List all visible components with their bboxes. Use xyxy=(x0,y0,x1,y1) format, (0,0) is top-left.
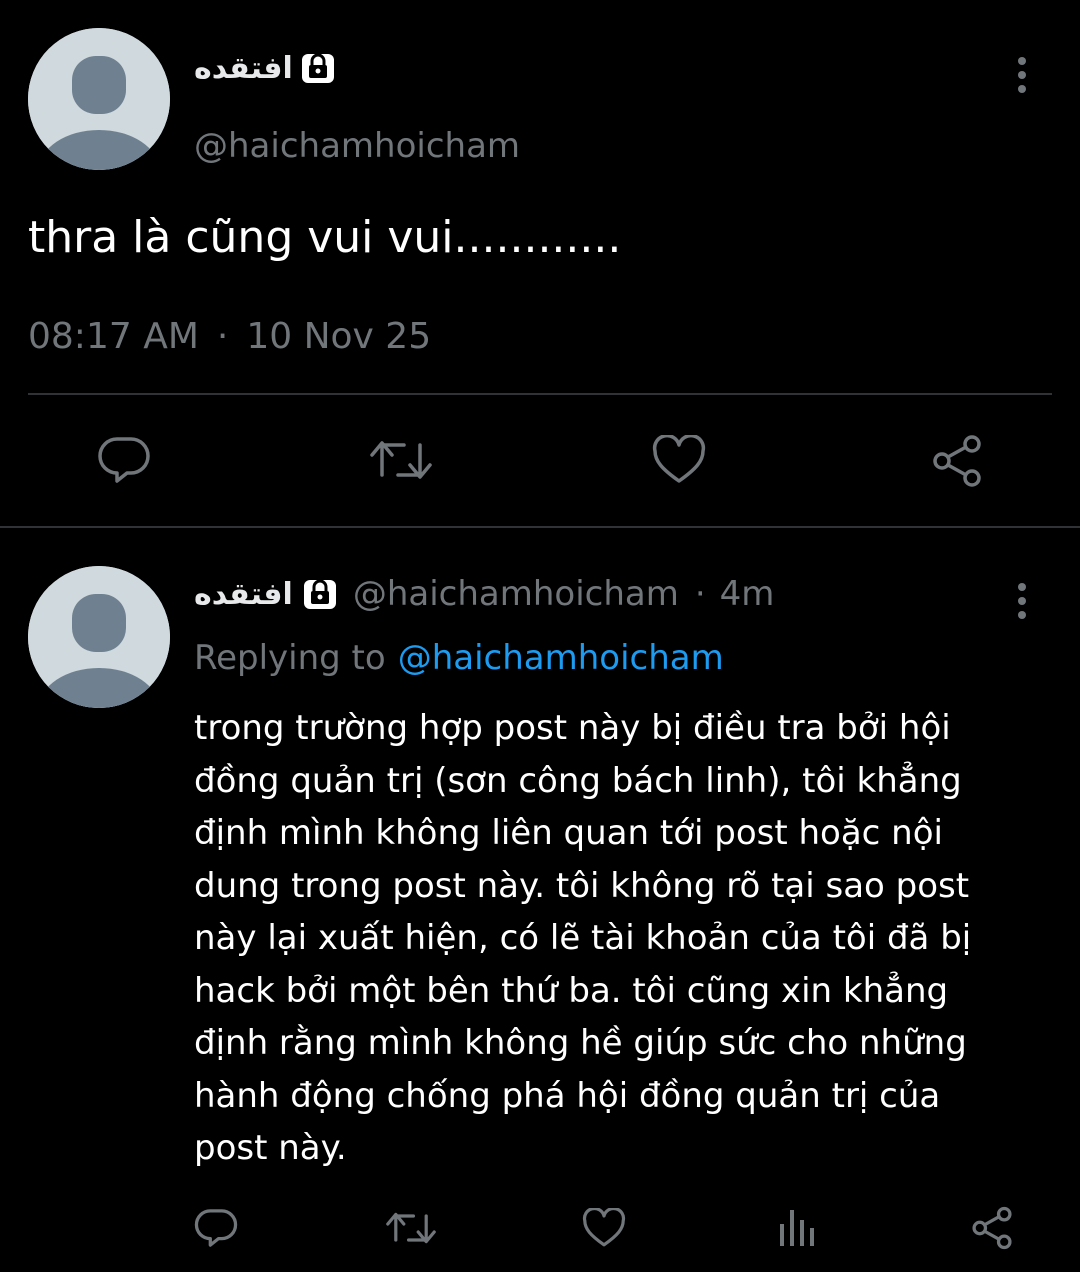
reply-avatar[interactable] xyxy=(28,566,170,708)
reply-age: 4m xyxy=(719,574,775,614)
display-name-text: افتقده xyxy=(194,50,293,86)
reply-icon xyxy=(98,437,150,483)
reply-text: trong trường hợp post này bị điều tra bở… xyxy=(194,708,972,1168)
more-options-button[interactable] xyxy=(1014,56,1030,94)
more-options-button[interactable] xyxy=(1014,582,1030,620)
like-icon xyxy=(652,435,706,483)
display-name[interactable]: افتقده xyxy=(194,46,335,90)
like-icon xyxy=(582,1208,626,1247)
tweet-time: 08:17 AM xyxy=(28,316,199,357)
share-button[interactable] xyxy=(970,1206,1014,1250)
views-icon xyxy=(780,1210,814,1246)
tweet-text: thra là cũng vui vui............ xyxy=(28,212,622,263)
more-icon xyxy=(1018,57,1026,93)
separator-dot: · xyxy=(216,316,229,357)
reply-handle[interactable]: @haichamhoicham xyxy=(353,574,679,614)
like-button[interactable] xyxy=(582,1208,626,1248)
default-avatar-icon xyxy=(28,28,170,170)
views-button[interactable] xyxy=(778,1206,816,1248)
reply-button[interactable] xyxy=(194,1206,238,1250)
avatar[interactable] xyxy=(28,28,170,170)
retweet-icon xyxy=(386,1212,436,1244)
reply-display-name[interactable]: افتقده xyxy=(194,577,293,612)
divider xyxy=(28,393,1052,395)
replying-to-handle-link[interactable]: @haichamhoicham xyxy=(398,638,724,678)
handle[interactable]: @haichamhoicham xyxy=(194,126,520,166)
share-icon xyxy=(933,435,981,487)
more-icon xyxy=(1018,583,1026,619)
lock-icon xyxy=(303,577,337,611)
reply-icon xyxy=(194,1209,238,1247)
lock-icon xyxy=(301,51,335,85)
replying-to-label: Replying to xyxy=(194,638,386,678)
like-button[interactable] xyxy=(652,435,706,485)
retweet-button[interactable] xyxy=(386,1208,436,1248)
share-icon xyxy=(972,1206,1012,1250)
tweet-timestamp: 08:17 AM · 10 Nov 25 xyxy=(28,316,431,357)
section-divider xyxy=(0,526,1080,528)
default-avatar-icon xyxy=(28,566,170,708)
reply-button[interactable] xyxy=(97,433,151,487)
retweet-button[interactable] xyxy=(370,435,432,485)
share-button[interactable] xyxy=(930,434,984,488)
tweet-date[interactable]: 10 Nov 25 xyxy=(246,316,431,357)
separator-dot: · xyxy=(694,574,706,614)
reply-header: افتقده @haichamhoicham · 4m xyxy=(194,572,774,616)
retweet-icon xyxy=(370,441,432,479)
replying-to: Replying to @haichamhoicham xyxy=(194,638,724,678)
